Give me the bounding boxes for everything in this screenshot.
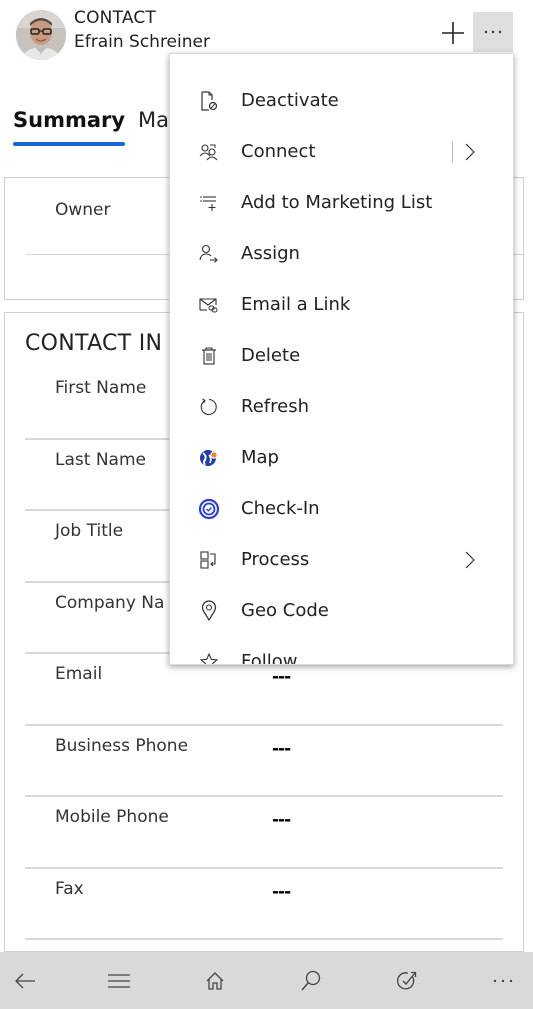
back-button[interactable] <box>0 952 50 1009</box>
menu-item-check-in[interactable]: Check-In <box>170 483 513 534</box>
menu-item-label: Follow <box>241 651 298 665</box>
field-value: --- <box>272 738 291 759</box>
more-commands-button[interactable] <box>473 12 513 52</box>
menu-item-deactivate[interactable]: Deactivate <box>170 75 513 126</box>
menu-item-connect[interactable]: Connect <box>170 126 513 177</box>
plus-icon <box>442 22 464 44</box>
ellipsis-icon <box>484 30 502 34</box>
field-value: --- <box>272 810 291 830</box>
menu-item-map[interactable]: Map <box>170 432 513 483</box>
menu-button[interactable] <box>94 952 144 1009</box>
menu-item-delete[interactable]: Delete <box>170 330 513 381</box>
chevron-right-icon[interactable] <box>462 141 478 163</box>
person-photo-icon <box>16 10 66 60</box>
menu-item-label: Email a Link <box>241 294 351 315</box>
field-fax[interactable]: Fax --- <box>25 869 503 940</box>
menu-item-label: Map <box>241 447 279 468</box>
field-value: --- <box>272 667 291 687</box>
field-label: Company Na <box>55 592 165 613</box>
menu-item-label: Delete <box>241 345 301 366</box>
back-arrow-icon <box>15 973 35 988</box>
field-mobile-phone[interactable]: Mobile Phone --- <box>25 797 503 869</box>
menu-item-assign[interactable]: Assign <box>170 228 513 279</box>
field-label: Job Title <box>55 521 124 541</box>
process-icon <box>198 549 220 571</box>
search-icon <box>301 970 321 990</box>
refresh-icon <box>198 396 220 418</box>
record-name: Efrain Schreiner <box>74 32 210 52</box>
menu-item-label: Assign <box>241 243 300 264</box>
bottom-navigation-bar <box>0 952 533 1009</box>
home-icon <box>206 971 224 990</box>
menu-item-geo-code[interactable]: Geo Code <box>170 585 513 636</box>
map-globe-icon <box>198 447 220 469</box>
check-in-icon <box>198 498 220 520</box>
home-button[interactable] <box>190 952 240 1009</box>
entity-type-label: CONTACT <box>74 8 157 28</box>
submenu-divider <box>452 140 453 163</box>
menu-item-label: Connect <box>241 141 316 162</box>
menu-item-label: Deactivate <box>241 90 339 111</box>
menu-item-label: Add to Marketing List <box>241 192 433 213</box>
add-list-icon <box>198 192 220 214</box>
task-check-icon <box>397 971 417 989</box>
menu-item-add-to-marketing-list[interactable]: Add to Marketing List <box>170 177 513 228</box>
field-label: Business Phone <box>55 735 189 756</box>
deactivate-icon <box>198 90 220 112</box>
ellipsis-icon <box>493 979 513 982</box>
assign-icon <box>198 243 220 265</box>
field-label: Fax <box>55 878 84 899</box>
trash-icon <box>198 345 220 367</box>
menu-item-email-a-link[interactable]: Email a Link <box>170 279 513 330</box>
menu-item-refresh[interactable]: Refresh <box>170 381 513 432</box>
hamburger-icon <box>108 973 130 988</box>
section-title: CONTACT IN <box>25 331 163 356</box>
tab-ma[interactable]: Ma <box>138 108 169 132</box>
field-label: First Name <box>55 378 147 398</box>
menu-item-label: Geo Code <box>241 600 329 621</box>
menu-item-label: Process <box>241 549 310 570</box>
connect-icon <box>198 141 220 163</box>
field-label: Email <box>55 664 103 684</box>
chevron-right-icon[interactable] <box>462 549 478 571</box>
search-button[interactable] <box>286 952 336 1009</box>
more-nav-button[interactable] <box>478 952 528 1009</box>
menu-item-process[interactable]: Process <box>170 534 513 585</box>
tab-summary[interactable]: Summary <box>13 108 126 146</box>
field-label: Last Name <box>55 449 146 470</box>
more-commands-menu: Deactivate Connect Add to Marketing List… <box>169 53 514 665</box>
field-business-phone[interactable]: Business Phone --- <box>25 726 503 797</box>
menu-item-follow[interactable]: Follow <box>170 636 513 665</box>
field-value: --- <box>272 881 291 902</box>
menu-item-label: Check-In <box>241 498 320 519</box>
activities-button[interactable] <box>382 952 432 1009</box>
avatar[interactable] <box>16 10 66 60</box>
owner-label: Owner <box>55 200 111 220</box>
location-pin-icon <box>198 599 220 622</box>
new-record-button[interactable] <box>436 14 470 52</box>
email-link-icon <box>198 294 220 316</box>
menu-item-label: Refresh <box>241 396 309 417</box>
field-label: Mobile Phone <box>55 807 169 827</box>
star-icon <box>198 651 220 664</box>
